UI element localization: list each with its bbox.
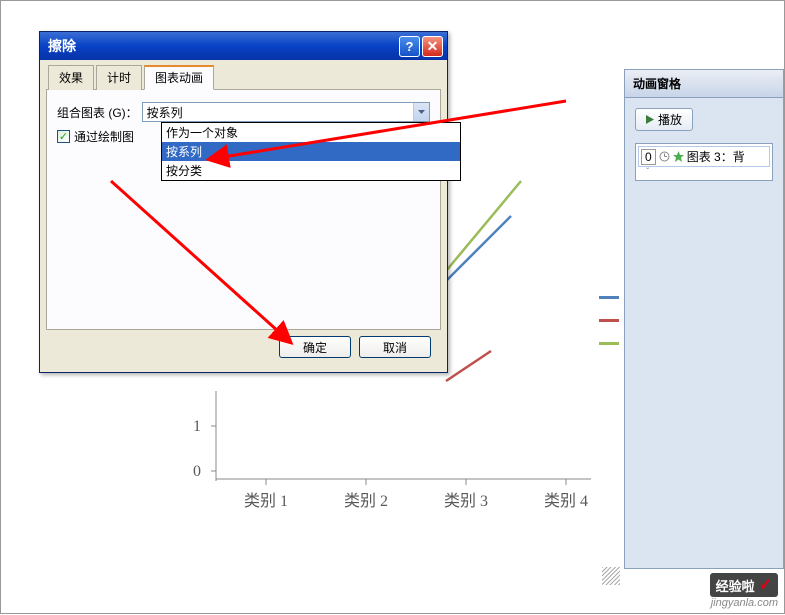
- combo-dropdown-button[interactable]: [413, 103, 429, 121]
- checkbox-label: 通过绘制图: [74, 128, 134, 145]
- x-cat-3: 类别 3: [444, 492, 488, 510]
- legend-bar-green: [599, 342, 619, 345]
- star-icon: [673, 151, 684, 162]
- tab-timing[interactable]: 计时: [96, 65, 142, 90]
- x-cat-2: 类别 2: [344, 492, 388, 510]
- ok-button[interactable]: 确定: [279, 336, 351, 358]
- dialog-titlebar[interactable]: 擦除 ? ✕: [40, 32, 447, 60]
- chevron-down-icon: [418, 110, 425, 114]
- dialog-title: 擦除: [48, 36, 399, 56]
- legend-markers: [599, 296, 619, 365]
- group-chart-combo[interactable]: 按系列: [142, 102, 430, 122]
- x-cat-1: 类别 1: [244, 492, 288, 510]
- tab-panel: 组合图表 (G)： 按系列 ✓ 通过绘制图 作为一个对象 按系列 按分类: [46, 90, 441, 330]
- animation-pane-title: 动画窗格: [625, 70, 783, 98]
- play-icon: [646, 115, 654, 124]
- play-button[interactable]: 播放: [635, 108, 693, 131]
- cancel-button[interactable]: 取消: [359, 336, 431, 358]
- animation-pane: 动画窗格 播放 0 图表 3：背 ˇ: [624, 69, 784, 569]
- legend-bar-blue: [599, 296, 619, 299]
- close-button[interactable]: ✕: [422, 36, 443, 57]
- dropdown-option-by-series[interactable]: 按系列: [162, 142, 460, 161]
- animation-list: 0 图表 3：背 ˇ: [635, 143, 773, 181]
- tab-chart-animation[interactable]: 图表动画: [144, 65, 214, 90]
- dropdown-option-by-category[interactable]: 按分类: [162, 161, 460, 180]
- tab-effect[interactable]: 效果: [48, 65, 94, 90]
- resize-grip[interactable]: [602, 567, 620, 585]
- help-button[interactable]: ?: [399, 36, 420, 57]
- watermark: 经验啦 ✓ jingyanla.com: [710, 573, 778, 609]
- expand-toggle[interactable]: ˇ: [638, 167, 770, 178]
- y-tick-0: 0: [193, 463, 201, 480]
- combo-value: 按系列: [143, 104, 413, 121]
- anim-item-text: 图表 3：背: [687, 148, 745, 165]
- play-label: 播放: [658, 111, 682, 128]
- clock-icon: [659, 151, 670, 162]
- dropdown-option-as-one[interactable]: 作为一个对象: [162, 123, 460, 142]
- watermark-url: jingyanla.com: [710, 597, 778, 609]
- watermark-text: 经验啦: [716, 576, 755, 595]
- draw-chart-checkbox[interactable]: ✓: [57, 130, 70, 143]
- anim-item-number: 0: [641, 149, 656, 165]
- animation-item[interactable]: 0 图表 3：背: [638, 146, 770, 167]
- dialog-tabs: 效果 计时 图表动画: [46, 64, 441, 90]
- x-cat-4: 类别 4: [544, 492, 588, 510]
- legend-bar-red: [599, 319, 619, 322]
- erase-dialog: 擦除 ? ✕ 效果 计时 图表动画 组合图表 (G)： 按系列 ✓: [39, 31, 448, 373]
- group-chart-label: 组合图表 (G)：: [57, 104, 138, 121]
- y-tick-1: 1: [193, 418, 201, 435]
- check-icon: ✓: [759, 575, 772, 595]
- combo-dropdown-list: 作为一个对象 按系列 按分类: [161, 122, 461, 181]
